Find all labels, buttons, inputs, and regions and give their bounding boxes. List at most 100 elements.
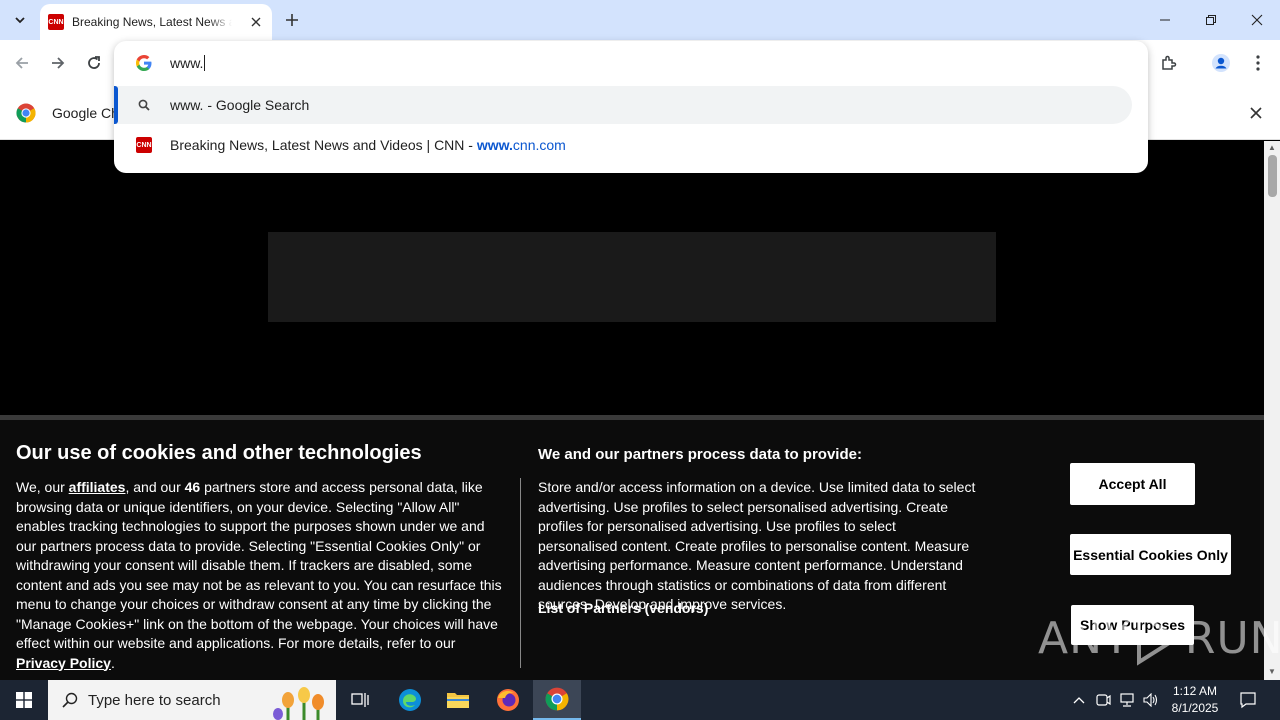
search-icon	[136, 97, 152, 113]
purposes-title: We and our partners process data to prov…	[538, 446, 862, 463]
avatar-icon	[1212, 54, 1230, 72]
close-icon	[251, 17, 261, 27]
chrome-icon	[545, 687, 569, 711]
chevron-up-icon	[1073, 697, 1085, 704]
reload-button[interactable]	[80, 49, 108, 77]
forward-button[interactable]	[44, 49, 72, 77]
tab-strip: CNN Breaking News, Latest News and Video…	[0, 0, 1280, 40]
affiliates-link[interactable]: affiliates	[69, 479, 126, 495]
meet-icon	[1096, 694, 1111, 706]
page-scrollbar[interactable]: ▲ ▼	[1264, 141, 1280, 680]
watermark-left: ANY	[1038, 612, 1131, 664]
omnibox-suggestion-cnn[interactable]: CNN Breaking News, Latest News and Video…	[114, 126, 1132, 164]
tab-search-button[interactable]	[6, 6, 34, 34]
arrow-left-icon	[15, 57, 28, 69]
tab-cnn[interactable]: CNN Breaking News, Latest News and Video…	[40, 4, 272, 40]
cookie-description: We, our affiliates, and our 46 partners …	[16, 478, 508, 673]
cookie-text-part: partners store and access personal data,…	[16, 479, 502, 651]
omnibox-dropdown: www. www. - Google Search CNN Breaking N…	[114, 41, 1148, 173]
notifications-button[interactable]	[1228, 680, 1268, 720]
taskbar-clock[interactable]: 1:12 AM 8/1/2025	[1166, 683, 1224, 717]
taskbar-search-placeholder: Type here to search	[88, 691, 221, 709]
task-view-button[interactable]	[336, 680, 384, 720]
omnibox-input[interactable]: www.	[170, 53, 206, 73]
cnn-favicon-badge: CNN	[136, 137, 152, 153]
partners-link[interactable]: List of Partners (vendors)	[538, 600, 708, 616]
edge-button[interactable]	[386, 680, 434, 720]
partner-count: 46	[184, 479, 201, 495]
close-icon	[1251, 14, 1263, 26]
text-caret	[204, 55, 206, 71]
privacy-policy-link[interactable]: Privacy Policy	[16, 655, 111, 671]
kebab-menu-icon	[1256, 55, 1260, 71]
windows-taskbar: Type here to search 1:12 AM 8/1/2025	[0, 680, 1280, 720]
omnibox-suggestion-search[interactable]: www. - Google Search	[114, 86, 1132, 124]
accept-all-button[interactable]: Accept All	[1070, 463, 1195, 505]
task-view-icon	[351, 693, 369, 707]
file-explorer-button[interactable]	[434, 680, 482, 720]
network-button[interactable]	[1116, 680, 1138, 720]
restore-button[interactable]	[1188, 0, 1234, 40]
minimize-icon	[1160, 19, 1170, 21]
volume-button[interactable]	[1140, 680, 1162, 720]
windows-logo-icon	[16, 692, 32, 708]
taskbar-search[interactable]: Type here to search	[48, 680, 336, 720]
suggestion-text: www. - Google Search	[170, 97, 310, 113]
scroll-up-icon[interactable]: ▲	[1268, 144, 1276, 152]
plus-icon	[286, 14, 298, 26]
cookie-text-part: We, our	[16, 479, 69, 495]
start-button[interactable]	[0, 680, 48, 720]
suggestion-url: www.cnn.com	[477, 137, 566, 153]
firefox-button[interactable]	[484, 680, 532, 720]
folder-icon	[447, 693, 469, 708]
google-g-icon	[136, 55, 152, 71]
clock-date: 8/1/2025	[1171, 701, 1219, 715]
extensions-button[interactable]	[1155, 49, 1183, 77]
speaker-icon	[1143, 693, 1158, 707]
chrome-taskbar-button[interactable]	[533, 680, 581, 720]
profile-button[interactable]	[1207, 49, 1235, 77]
edge-icon	[399, 689, 421, 711]
meet-now-button[interactable]	[1092, 680, 1114, 720]
cookie-text-part: .	[110, 654, 115, 671]
cnn-favicon: CNN	[48, 14, 64, 30]
new-tab-button[interactable]	[280, 8, 304, 32]
puzzle-icon	[1162, 55, 1177, 70]
scrollbar-thumb[interactable]	[1268, 155, 1277, 197]
close-window-button[interactable]	[1234, 0, 1280, 40]
chrome-logo-icon	[16, 103, 36, 123]
notification-icon	[1240, 692, 1256, 709]
close-icon	[1250, 107, 1262, 119]
tulips-icon	[273, 687, 324, 720]
omnibox-input-value: www.	[170, 55, 204, 71]
scroll-down-icon[interactable]: ▼	[1268, 668, 1276, 676]
chevron-down-icon	[15, 17, 25, 24]
watermark-right: RUN	[1184, 612, 1280, 664]
restore-icon	[1206, 15, 1216, 25]
network-icon	[1120, 693, 1134, 707]
suggestion-title: Breaking News, Latest News and Videos | …	[170, 137, 477, 153]
suggestion-url-match: www.	[476, 137, 513, 153]
ad-placeholder	[268, 232, 996, 322]
back-button[interactable]	[8, 49, 36, 77]
cookie-text-part: , and our	[125, 479, 185, 495]
suggestion-url-rest: cnn.com	[512, 137, 566, 153]
show-hidden-icons-button[interactable]	[1068, 680, 1090, 720]
search-icon	[62, 692, 78, 708]
infobar-close-button[interactable]	[1250, 103, 1262, 124]
cookie-title: Our use of cookies and other technologie…	[16, 442, 422, 464]
omnibox-input-row[interactable]: www.	[114, 41, 1148, 85]
clock-time: 1:12 AM	[1172, 684, 1218, 698]
cnn-favicon: CNN	[136, 137, 152, 153]
tab-title: Breaking News, Latest News and Videos | …	[72, 15, 232, 29]
minimize-button[interactable]	[1142, 0, 1188, 40]
menu-button[interactable]	[1244, 49, 1272, 77]
essential-cookies-button[interactable]: Essential Cookies Only	[1070, 534, 1231, 575]
play-logo-icon	[1136, 610, 1181, 666]
tab-close-button[interactable]	[248, 14, 264, 30]
suggestion-text: Breaking News, Latest News and Videos | …	[170, 137, 566, 153]
reload-icon	[88, 56, 100, 69]
arrow-right-icon	[52, 57, 65, 69]
firefox-icon	[497, 689, 519, 711]
cookie-divider	[520, 478, 521, 668]
